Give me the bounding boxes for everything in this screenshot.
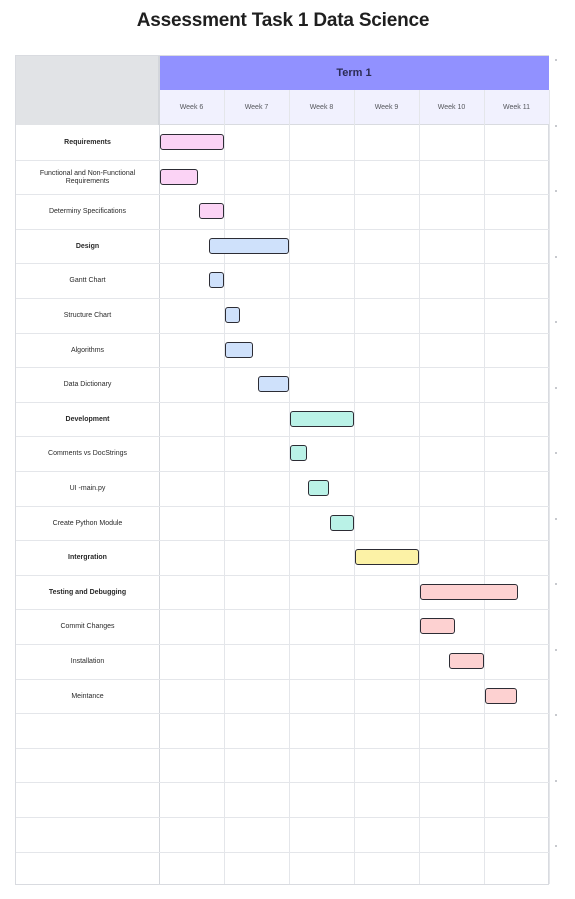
task-bar[interactable] [257, 376, 289, 392]
task-bar[interactable] [420, 618, 455, 634]
grid-column-line [549, 90, 550, 884]
task-label: Testing and Debugging [48, 588, 127, 596]
grid-column-line [354, 90, 355, 884]
task-label: Comments vs DocStrings [48, 449, 127, 457]
grid-row-line [16, 782, 549, 783]
grid-column-line [224, 90, 225, 884]
task-label: Determiny Specifications [48, 207, 127, 215]
task-bar[interactable] [160, 169, 198, 185]
task-bar[interactable] [225, 342, 254, 358]
grid-column-line [419, 90, 420, 884]
task-label: Intergration [68, 553, 107, 561]
header-corner [16, 56, 159, 125]
task-label: Algorithms [70, 346, 105, 354]
task-bar[interactable] [208, 272, 224, 288]
task-label: Create Python Module [52, 519, 123, 527]
task-group-bar[interactable] [208, 238, 289, 254]
task-label: Development [65, 415, 110, 423]
grid-row-line [16, 817, 549, 818]
task-label: Design [75, 242, 100, 250]
grid-row-line [16, 852, 549, 853]
side-dot [555, 190, 557, 192]
chart-title: Assessment Task 1 Data Science [136, 10, 430, 31]
side-dot [555, 124, 557, 127]
task-group-bar[interactable] [355, 549, 419, 565]
side-dot [555, 321, 557, 323]
gantt-chart: Term 1 Week 6 Week 7 Week 8 Week 9 Week 10 We… [15, 55, 550, 885]
task-label: Data Dictionary [63, 380, 112, 388]
week-header-1: Week 6 [179, 104, 204, 111]
task-bar[interactable] [330, 515, 354, 531]
task-bar[interactable] [290, 445, 307, 461]
task-bar[interactable] [307, 480, 330, 496]
task-label: Requirements [64, 138, 111, 146]
week-header-3: Week 8 [309, 104, 334, 111]
task-label: Gantt Chart [69, 276, 106, 284]
week-header-6: Week 11 [503, 104, 530, 111]
week-header-2: Week 7 [244, 104, 269, 111]
task-bar[interactable] [449, 653, 484, 669]
task-group-bar[interactable] [160, 134, 224, 150]
task-label: Functional and Non-Functional Requiremen… [39, 169, 136, 185]
task-bar[interactable] [199, 203, 224, 219]
task-bar[interactable] [225, 307, 241, 323]
task-bar[interactable] [485, 688, 517, 704]
task-label: Commit Changes [60, 622, 115, 630]
side-dot [555, 452, 557, 454]
task-label: Meintance [71, 692, 104, 700]
week-header-5: Week 10 [437, 104, 466, 111]
side-dot [555, 845, 557, 847]
side-dot [555, 779, 557, 782]
task-label: Installation [70, 657, 105, 665]
task-group-bar[interactable] [420, 584, 519, 600]
side-dot [555, 648, 557, 651]
task-group-bar[interactable] [290, 411, 354, 427]
term-header: Term 1 [159, 56, 549, 90]
grid-column-line [289, 90, 290, 884]
task-label: UI -main.py [69, 484, 106, 492]
task-label: Structure Chart [63, 311, 112, 319]
side-dot [555, 255, 557, 258]
side-dot [555, 517, 557, 520]
side-dot [555, 714, 557, 716]
week-header-4: Week 9 [374, 104, 399, 111]
grid-row-line [16, 748, 549, 749]
grid-column-line [484, 90, 485, 884]
side-dot [555, 386, 557, 389]
side-dot [555, 59, 557, 61]
side-dot [555, 583, 557, 585]
